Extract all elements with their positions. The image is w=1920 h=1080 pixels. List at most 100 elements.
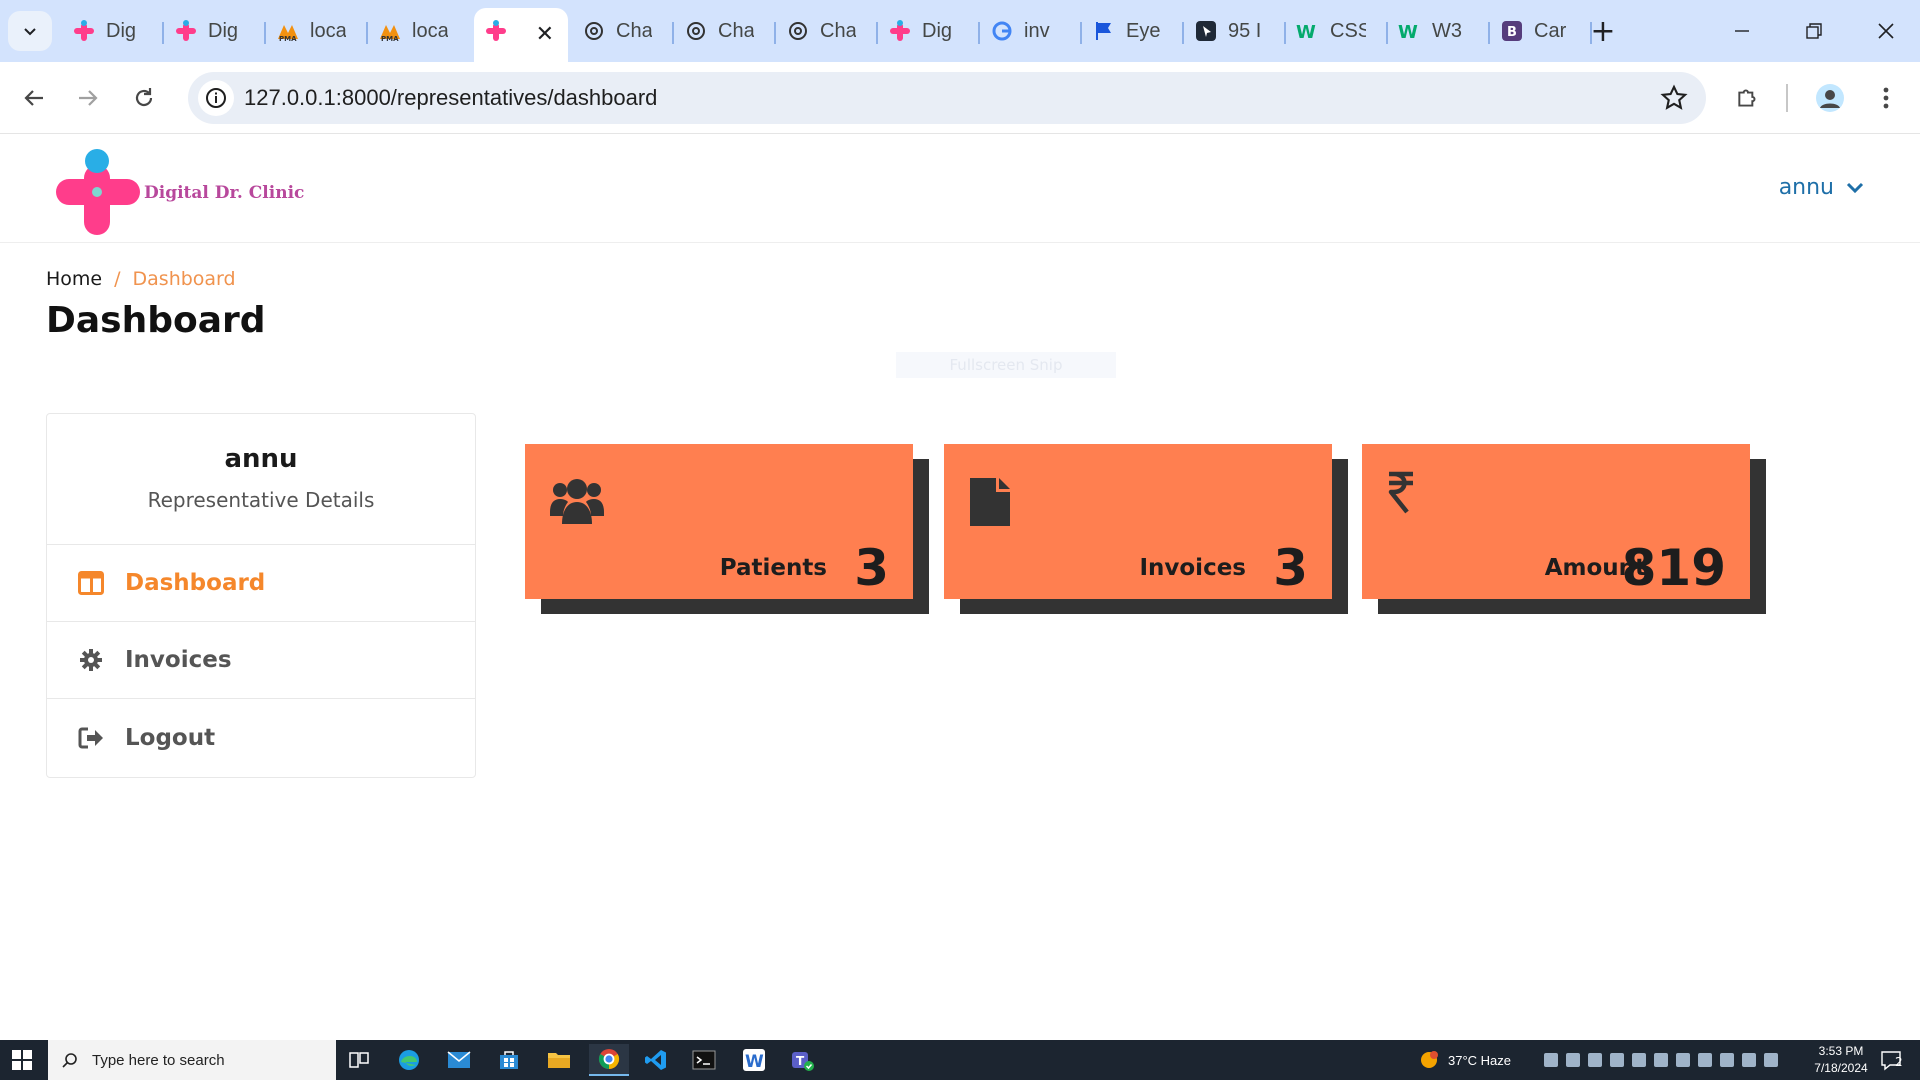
address-bar[interactable]: 127.0.0.1:8000/representatives/dashboard [188, 72, 1706, 124]
tray-app-icon[interactable] [1654, 1053, 1668, 1067]
snip-overlay-hint: Fullscreen Snip [896, 352, 1116, 378]
forward-button[interactable] [68, 78, 108, 118]
card-face: Amount 819 [1362, 444, 1750, 599]
taskbar-search-input[interactable]: Type here to search [48, 1040, 336, 1080]
sidebar-item-label: Dashboard [125, 570, 266, 596]
tray-app-icon[interactable] [1676, 1053, 1690, 1067]
system-tray-weather[interactable]: 37°C Haze [1418, 1040, 1511, 1080]
restore-button[interactable] [1784, 10, 1844, 52]
svg-text:B: B [1507, 25, 1517, 40]
browser-tab[interactable]: Eye [1082, 8, 1184, 54]
browser-tab-active[interactable]: ✕ [474, 8, 568, 62]
close-tab-icon[interactable]: ✕ [536, 21, 554, 47]
taskbar-clock[interactable]: 3:53 PM 7/18/2024 [1800, 1043, 1882, 1077]
cursor-app-icon [1194, 19, 1218, 43]
tab-title: inv [1024, 19, 1050, 42]
stat-value: 819 [1621, 539, 1726, 597]
system-tray-icons[interactable] [1544, 1053, 1778, 1067]
representative-name: annu [224, 444, 298, 474]
gear-icon [77, 646, 105, 674]
battery-icon[interactable] [1720, 1053, 1734, 1067]
chrome-menu-button[interactable] [1866, 78, 1906, 118]
chatgpt-icon [582, 19, 606, 43]
vscode-icon[interactable] [636, 1044, 676, 1076]
browser-tab[interactable]: 95 I [1184, 8, 1286, 54]
extensions-button[interactable] [1728, 78, 1768, 118]
browser-tab[interactable]: PMA loca [368, 8, 470, 54]
minimize-button[interactable] [1712, 10, 1772, 52]
restore-icon [1806, 23, 1822, 39]
search-icon [62, 1053, 77, 1068]
mail-icon[interactable] [439, 1044, 479, 1076]
close-window-button[interactable] [1856, 10, 1916, 52]
tray-app-icon[interactable] [1632, 1053, 1646, 1067]
tray-app-icon[interactable] [1610, 1053, 1624, 1067]
windows-logo-icon [12, 1050, 32, 1070]
tab-title: Dig [208, 19, 239, 42]
browser-tab[interactable]: Cha [572, 8, 674, 54]
tab-search-button[interactable] [8, 11, 52, 51]
site-header: Digital Dr. Clinic annu [0, 135, 1920, 243]
sidebar-item-dashboard[interactable]: Dashboard [47, 545, 475, 622]
weather-sun-icon [1421, 1051, 1438, 1068]
browser-tab[interactable]: Dig [62, 8, 164, 54]
tab-title: Cha [820, 19, 856, 42]
tray-app-icon[interactable] [1566, 1053, 1580, 1067]
browser-tab[interactable]: Cha [776, 8, 878, 54]
user-menu-dropdown[interactable]: annu [1779, 175, 1864, 200]
start-button[interactable] [12, 1050, 32, 1074]
browser-tab[interactable]: W CSS [1286, 8, 1388, 54]
arrow-left-icon [24, 90, 43, 106]
windows-taskbar: Type here to search W T 37°C Haze 3:53 P… [0, 1040, 1920, 1080]
tray-app-icon[interactable] [1544, 1053, 1558, 1067]
representative-subtitle: Representative Details [147, 488, 375, 512]
chrome-icon[interactable] [589, 1044, 629, 1076]
task-view-icon[interactable] [339, 1044, 379, 1076]
new-tab-button[interactable]: + [1586, 14, 1620, 49]
site-logo[interactable]: Digital Dr. Clinic [54, 147, 354, 237]
breadcrumb-home-link[interactable]: Home [46, 268, 102, 290]
columns-icon [77, 569, 105, 597]
representative-sidebar: annu Representative Details Dashboard In… [46, 413, 476, 778]
taskbar-search-placeholder: Type here to search [92, 1051, 225, 1069]
tab-title: Dig [106, 19, 137, 42]
writer-app-icon[interactable]: W [734, 1044, 774, 1076]
url-text[interactable]: 127.0.0.1:8000/representatives/dashboard [244, 85, 657, 111]
tray-app-icon[interactable] [1698, 1053, 1712, 1067]
browser-tab[interactable]: PMA loca [266, 8, 368, 54]
volume-icon[interactable] [1764, 1053, 1778, 1067]
terminal-icon[interactable] [684, 1044, 724, 1076]
svg-text:W: W [1296, 22, 1316, 42]
notification-center-button[interactable]: 2 [1880, 1049, 1910, 1073]
tab-title: Car [1534, 19, 1567, 42]
edge-icon[interactable] [389, 1044, 429, 1076]
profile-button[interactable] [1810, 78, 1850, 118]
clinic-logo-icon [72, 19, 96, 43]
browser-tab[interactable]: Cha [674, 8, 776, 54]
browser-tab[interactable]: Dig [164, 8, 266, 54]
browser-tab[interactable]: W W3 [1388, 8, 1490, 54]
reload-button[interactable] [124, 78, 164, 118]
tab-title: loca [412, 19, 448, 42]
file-explorer-icon[interactable] [539, 1044, 579, 1076]
browser-tab[interactable]: inv [980, 8, 1082, 54]
tab-title: Cha [616, 19, 652, 42]
bookmark-star-icon[interactable] [1660, 84, 1688, 116]
svg-text:T: T [796, 1054, 805, 1068]
tray-app-icon[interactable] [1588, 1053, 1602, 1067]
stat-value: 3 [854, 539, 889, 597]
sidebar-item-logout[interactable]: Logout [47, 699, 475, 776]
w3schools-icon: W [1398, 19, 1422, 43]
sidebar-item-label: Invoices [125, 647, 232, 673]
tab-title: Cha [718, 19, 754, 42]
back-button[interactable] [14, 78, 54, 118]
browser-tab[interactable]: Dig [878, 8, 980, 54]
clinic-logo-icon [484, 19, 508, 43]
browser-tab[interactable]: B Car [1490, 8, 1592, 54]
sidebar-item-invoices[interactable]: Invoices [47, 622, 475, 699]
wifi-icon[interactable] [1742, 1053, 1756, 1067]
store-icon[interactable] [489, 1044, 529, 1076]
site-info-icon[interactable] [198, 80, 234, 116]
flag-icon [1092, 19, 1116, 43]
teams-icon[interactable]: T [782, 1044, 822, 1076]
